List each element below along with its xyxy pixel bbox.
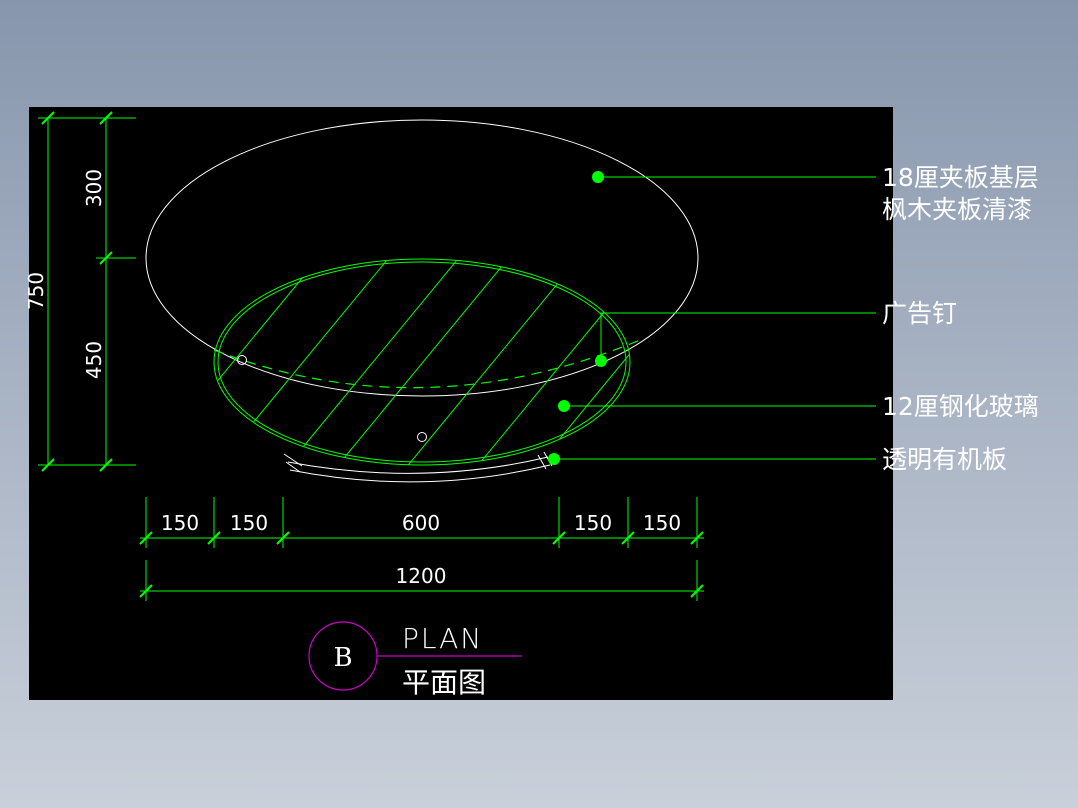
glass-hatch	[214, 259, 630, 465]
vertical-dimensions	[38, 111, 136, 472]
dim-750: 750	[24, 272, 48, 310]
leader-dots	[548, 171, 607, 465]
dim-seg-5: 150	[643, 511, 681, 535]
leader-dot-glass	[558, 400, 570, 412]
dim-1200: 1200	[396, 564, 447, 588]
dim-450: 450	[82, 341, 106, 379]
callout-pin: 广告钉	[882, 299, 957, 328]
dim-seg-2: 150	[230, 511, 268, 535]
tempered-glass-outline	[213, 258, 631, 466]
title-cn: 平面图	[402, 666, 486, 699]
leader-dot-acrylic	[548, 453, 560, 465]
dim-seg-3: 600	[402, 511, 440, 535]
title-block: B PLAN 平面图	[308, 621, 522, 699]
plan-drawing: 750 300 450 150 150 600 150 150 1200 18厘…	[24, 111, 1039, 699]
callout-acrylic: 透明有机板	[882, 445, 1007, 474]
title-en: PLAN	[402, 622, 483, 655]
hidden-line-dashed	[213, 339, 641, 389]
dim-seg-4: 150	[574, 511, 612, 535]
drawing-stage: 750 300 450 150 150 600 150 150 1200 18厘…	[0, 0, 1078, 808]
dim-300: 300	[82, 169, 106, 207]
leader-lines	[554, 176, 876, 460]
pin-marker-center	[417, 432, 427, 442]
callout-plywood-line1: 18厘夹板基层	[882, 163, 1039, 192]
plywood-top-outline	[145, 119, 699, 397]
acrylic-strip	[283, 451, 553, 483]
leader-dot-plywood	[592, 171, 604, 183]
title-letter: B	[333, 643, 352, 673]
dim-seg-1: 150	[161, 511, 199, 535]
callout-plywood-line2: 枫木夹板清漆	[882, 195, 1032, 224]
leader-dot-pin	[595, 355, 607, 367]
callout-glass: 12厘钢化玻璃	[882, 392, 1039, 421]
